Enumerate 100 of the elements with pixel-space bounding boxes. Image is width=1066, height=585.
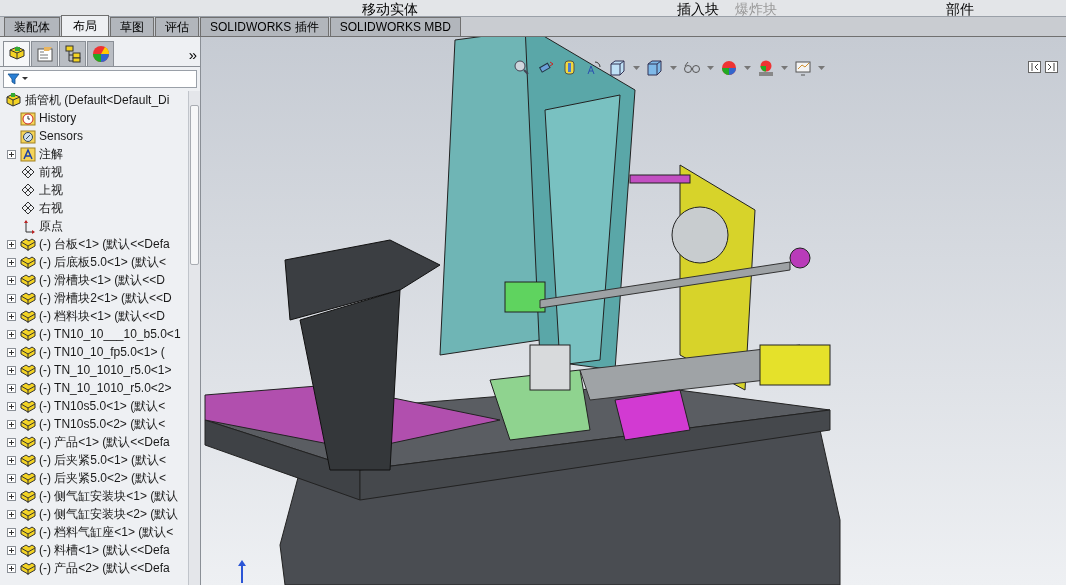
tab[interactable]: 布局 <box>61 15 109 36</box>
expand-toggle-icon[interactable] <box>7 491 16 501</box>
expand-toggle-icon[interactable] <box>7 257 16 267</box>
part-icon <box>20 272 36 288</box>
tree-item[interactable]: 右视 <box>39 200 63 216</box>
caret-icon[interactable] <box>744 66 751 70</box>
expand-toggle-icon[interactable] <box>7 545 16 555</box>
tree-item[interactable]: (-) 台板<1> (默认<<Defa <box>39 236 170 252</box>
part-icon <box>20 542 36 558</box>
expand-toggle-icon[interactable] <box>7 401 16 411</box>
tree-item[interactable]: (-) 侧气缸安装块<2> (默认 <box>39 506 179 522</box>
part-icon <box>20 236 36 252</box>
expand-toggle-icon[interactable] <box>7 239 16 249</box>
tree-item[interactable]: (-) 后夹紧5.0<1> (默认< <box>39 452 167 468</box>
expand-toggle-icon[interactable] <box>7 509 16 519</box>
tree-item[interactable]: (-) 产品<2> (默认<<Defa <box>39 560 170 576</box>
tree-item[interactable]: (-) TN10_10___10_b5.0<1 <box>39 326 181 342</box>
assembly-icon <box>6 92 22 108</box>
part-icon <box>20 254 36 270</box>
panel-toggle-icon[interactable] <box>1028 61 1041 73</box>
caret-icon[interactable] <box>707 66 714 70</box>
appearance-icon[interactable] <box>720 59 738 77</box>
part-icon <box>20 326 36 342</box>
tree-item[interactable]: 插管机 (Default<Default_Di <box>25 92 170 108</box>
tab[interactable]: SOLIDWORKS MBD <box>329 17 462 36</box>
axis-triad-icon <box>238 560 246 584</box>
display-style-icon[interactable] <box>646 59 664 77</box>
tree-item[interactable]: (-) 侧气缸安装块<1> (默认 <box>39 488 179 504</box>
expand-toggle-icon[interactable] <box>7 293 16 303</box>
expand-toggle-icon[interactable] <box>7 473 16 483</box>
caret-icon[interactable] <box>781 66 788 70</box>
tree-item[interactable]: (-) 后底板5.0<1> (默认< <box>39 254 167 270</box>
graphics-viewport[interactable] <box>201 37 1066 585</box>
part-icon <box>20 308 36 324</box>
part-icon <box>20 362 36 378</box>
tab[interactable]: SOLIDWORKS 插件 <box>200 17 329 36</box>
tree-item[interactable]: (-) 滑槽块<1> (默认<<D <box>39 272 166 288</box>
panel-toggle-icon[interactable] <box>1045 61 1058 73</box>
expand-toggle-icon[interactable] <box>7 455 16 465</box>
tree-item[interactable]: (-) 滑槽块2<1> (默认<<D <box>39 290 172 306</box>
part-icon <box>20 380 36 396</box>
expand-toggle-icon[interactable] <box>7 347 16 357</box>
tree-item[interactable]: 注解 <box>39 146 63 162</box>
expand-toggle-icon[interactable] <box>7 527 16 537</box>
tab[interactable]: 草图 <box>110 17 154 36</box>
expand-toggle-icon[interactable] <box>7 311 16 321</box>
caret-icon[interactable] <box>633 66 640 70</box>
tree-item[interactable]: (-) 后夹紧5.0<2> (默认< <box>39 470 167 486</box>
tree-item[interactable]: (-) TN_10_1010_r5.0<1> <box>39 362 172 378</box>
toolbar-button[interactable]: 插入块 <box>675 2 721 16</box>
part-icon <box>20 290 36 306</box>
plane-icon <box>20 182 36 198</box>
toolbar-button[interactable]: 移动实体 <box>360 2 420 16</box>
tree-item[interactable]: History <box>39 110 77 126</box>
tree-item[interactable]: (-) TN10s5.0<1> (默认< <box>39 398 166 414</box>
tab[interactable]: 评估 <box>155 17 199 36</box>
tree-item[interactable]: (-) TN10s5.0<2> (默认< <box>39 416 166 432</box>
tree-item[interactable]: (-) 档料气缸座<1> (默认< <box>39 524 174 540</box>
plane-icon <box>20 200 36 216</box>
part-icon <box>20 506 36 522</box>
tree-item[interactable]: (-) 产品<1> (默认<<Defa <box>39 434 170 450</box>
tree-item[interactable]: (-) TN10_10_fp5.0<1> ( <box>39 344 165 360</box>
tree-item[interactable]: 上视 <box>39 182 63 198</box>
part-icon <box>20 524 36 540</box>
tree-item[interactable]: 原点 <box>39 218 63 234</box>
monitor-icon[interactable] <box>794 59 812 77</box>
caret-icon[interactable] <box>818 66 825 70</box>
expand-button[interactable]: » <box>188 47 197 62</box>
expand-toggle-icon[interactable] <box>7 365 16 375</box>
part-icon <box>20 416 36 432</box>
tree-item[interactable]: (-) 料槽<1> (默认<<Defa <box>39 542 170 558</box>
toolbar-button[interactable]: 部件 <box>944 2 976 16</box>
expand-toggle-icon[interactable] <box>7 563 16 573</box>
history-icon <box>20 110 36 126</box>
expand-toggle-icon[interactable] <box>7 275 16 285</box>
expand-toggle-icon[interactable] <box>7 329 16 339</box>
expand-toggle-icon[interactable] <box>7 383 16 393</box>
part-icon <box>20 560 36 576</box>
part-icon <box>20 452 36 468</box>
sensors-icon <box>20 128 36 144</box>
tree-item[interactable]: Sensors <box>39 128 84 144</box>
filter-icon[interactable] <box>7 73 29 85</box>
expand-toggle-icon[interactable] <box>7 419 16 429</box>
annotations-icon <box>20 146 36 162</box>
expand-toggle-icon[interactable] <box>7 149 16 159</box>
caret-icon[interactable] <box>670 66 677 70</box>
zoom-icon[interactable] <box>513 59 531 77</box>
tab[interactable]: 装配体 <box>4 17 60 36</box>
part-icon <box>20 344 36 360</box>
part-icon <box>20 470 36 486</box>
expand-toggle-icon[interactable] <box>7 437 16 447</box>
plane-icon <box>20 164 36 180</box>
tree-item[interactable]: (-) TN_10_1010_r5.0<2> <box>39 380 172 396</box>
tree-item[interactable]: (-) 档料块<1> (默认<<D <box>39 308 166 324</box>
view-orientation-icon[interactable] <box>609 59 627 77</box>
tree-item[interactable]: 前视 <box>39 164 63 180</box>
part-icon <box>20 398 36 414</box>
part-icon <box>20 434 36 450</box>
scrollbar[interactable] <box>188 91 200 585</box>
part-icon <box>20 488 36 504</box>
